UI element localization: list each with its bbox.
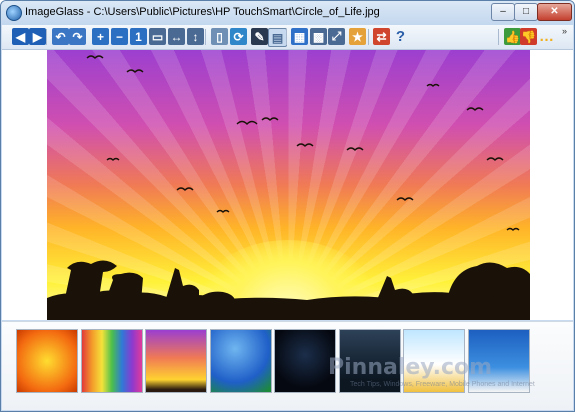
thumbnail-blue-waves[interactable] — [209, 329, 272, 393]
thumbnail-cartoon-sky[interactable] — [403, 329, 465, 393]
window-title: ImageGlass - C:\Users\Public\Pictures\HP… — [25, 6, 380, 18]
thumbnail-grid-icon[interactable]: ▦ — [291, 28, 308, 45]
thumbnail-blue-cartoon[interactable] — [467, 329, 530, 393]
toolbar-overflow-icon[interactable]: » — [562, 26, 567, 36]
feedback-icon[interactable]: … — [538, 28, 555, 45]
lock-zoom-icon[interactable]: ▭ — [149, 28, 166, 45]
toolbar-separator — [205, 29, 206, 45]
checkerboard-icon[interactable]: ▩ — [310, 28, 327, 45]
dislike-icon[interactable]: 👎 — [520, 28, 537, 45]
thumbnail-dark-abstract[interactable] — [274, 329, 336, 393]
thumbnail-circle-of-life[interactable] — [145, 329, 207, 393]
flying-birds — [86, 55, 520, 231]
toolbar: » ◀ ▶ ↶ ↷ + −1 ▭ ↔ ↕ ▯ ⟳ ✎ ▤ ▦ ▩ ⤢ ★ ⇄? 👍 👎… — [2, 25, 573, 50]
back-icon[interactable]: ◀ — [12, 28, 29, 45]
thumbnail-rainbow-stripes[interactable] — [80, 329, 143, 393]
thumbnail-strip — [2, 321, 573, 410]
rotate-left-icon[interactable]: ↶ — [52, 28, 69, 45]
toolbar-separator — [286, 29, 287, 45]
main-image-circle-of-life — [47, 50, 530, 320]
fit-width-icon[interactable]: ↔ — [168, 28, 185, 45]
edit-icon[interactable]: ✎ — [251, 28, 268, 45]
like-icon[interactable]: 👍 — [504, 28, 521, 45]
forward-icon[interactable]: ▶ — [29, 28, 46, 45]
title-bar[interactable]: ImageGlass - C:\Users\Public\Pictures\HP… — [1, 1, 574, 25]
thumbnail-orange-pattern[interactable] — [16, 329, 78, 393]
refresh-icon[interactable]: ⟳ — [230, 28, 247, 45]
fullscreen-icon[interactable]: ⤢ — [328, 28, 345, 45]
toolbar-separator — [46, 29, 47, 45]
toolbar-separator — [498, 29, 499, 45]
zoom-in-icon[interactable]: + — [92, 28, 109, 45]
minimize-button[interactable]: – — [491, 3, 515, 21]
open-folder-icon[interactable]: ▯ — [211, 28, 228, 45]
convert-icon[interactable]: ⇄ — [373, 28, 390, 45]
thumbnail-night-forest[interactable] — [338, 329, 401, 393]
close-button[interactable]: ✕ — [537, 3, 572, 21]
toolbar-separator — [368, 29, 369, 45]
view-mode-icon[interactable]: ▤ — [268, 28, 287, 47]
actual-size-icon[interactable]: 1 — [130, 28, 147, 45]
slideshow-icon[interactable]: ★ — [349, 28, 366, 45]
help-icon[interactable]: ? — [392, 28, 409, 45]
rotate-right-icon[interactable]: ↷ — [69, 28, 86, 45]
zoom-out-icon[interactable]: − — [111, 28, 128, 45]
image-viewer[interactable] — [2, 50, 573, 320]
imageglass-window: ImageGlass - C:\Users\Public\Pictures\HP… — [0, 0, 575, 412]
imageglass-logo-icon — [6, 5, 22, 21]
maximize-button[interactable]: □ — [514, 3, 538, 21]
fit-height-icon[interactable]: ↕ — [187, 28, 204, 45]
